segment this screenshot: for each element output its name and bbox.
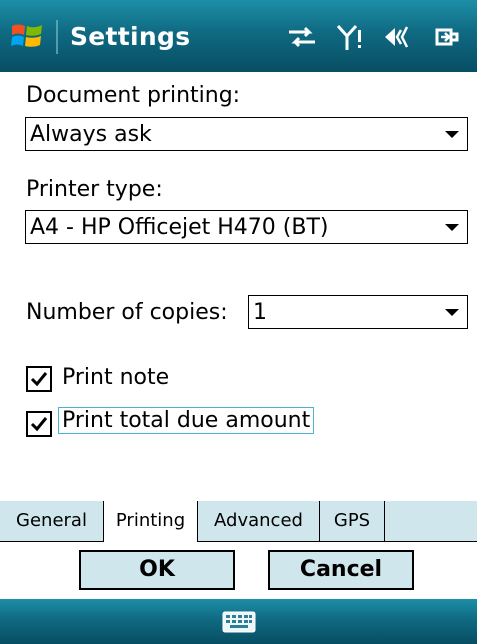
tab-bar-filler xyxy=(385,501,477,542)
number-of-copies-value: 1 xyxy=(253,300,267,325)
title-bar: Settings xyxy=(0,0,477,72)
tab-general[interactable]: General xyxy=(0,501,104,542)
battery-icon[interactable] xyxy=(429,22,463,52)
document-printing-value: Always ask xyxy=(30,122,152,147)
keyboard-icon[interactable] xyxy=(222,611,256,633)
number-of-copies-dropdown[interactable]: 1 xyxy=(248,295,468,329)
number-of-copies-label: Number of copies: xyxy=(26,300,228,325)
printer-type-value: A4 - HP Officejet H470 (BT) xyxy=(30,215,329,240)
tab-bar: General Printing Advanced GPS xyxy=(0,501,477,543)
document-printing-dropdown[interactable]: Always ask xyxy=(25,117,468,151)
status-icons xyxy=(285,20,463,54)
print-total-due-label[interactable]: Print total due amount xyxy=(58,407,315,434)
checkmark-icon xyxy=(30,417,48,432)
title-separator xyxy=(56,20,58,54)
tab-printing[interactable]: Printing xyxy=(103,501,198,542)
volume-icon[interactable] xyxy=(381,22,415,52)
printer-type-dropdown[interactable]: A4 - HP Officejet H470 (BT) xyxy=(25,210,468,244)
print-note-label[interactable]: Print note xyxy=(62,365,169,390)
print-total-due-checkbox[interactable] xyxy=(26,411,52,437)
ok-button[interactable]: OK xyxy=(79,550,235,590)
document-printing-label: Document printing: xyxy=(26,83,241,108)
printer-type-label: Printer type: xyxy=(26,177,163,202)
signal-icon[interactable] xyxy=(333,22,367,52)
dropdown-arrow-icon[interactable] xyxy=(445,309,459,316)
connectivity-icon[interactable] xyxy=(285,22,319,52)
print-note-checkbox[interactable] xyxy=(26,366,52,392)
tab-gps[interactable]: GPS xyxy=(320,501,385,542)
cancel-button[interactable]: Cancel xyxy=(268,550,414,590)
page-title: Settings xyxy=(70,22,191,51)
dropdown-arrow-icon[interactable] xyxy=(445,131,459,138)
dropdown-arrow-icon[interactable] xyxy=(445,224,459,231)
windows-start-icon[interactable] xyxy=(10,20,44,52)
checkmark-icon xyxy=(30,372,48,387)
tab-advanced[interactable]: Advanced xyxy=(198,501,320,542)
